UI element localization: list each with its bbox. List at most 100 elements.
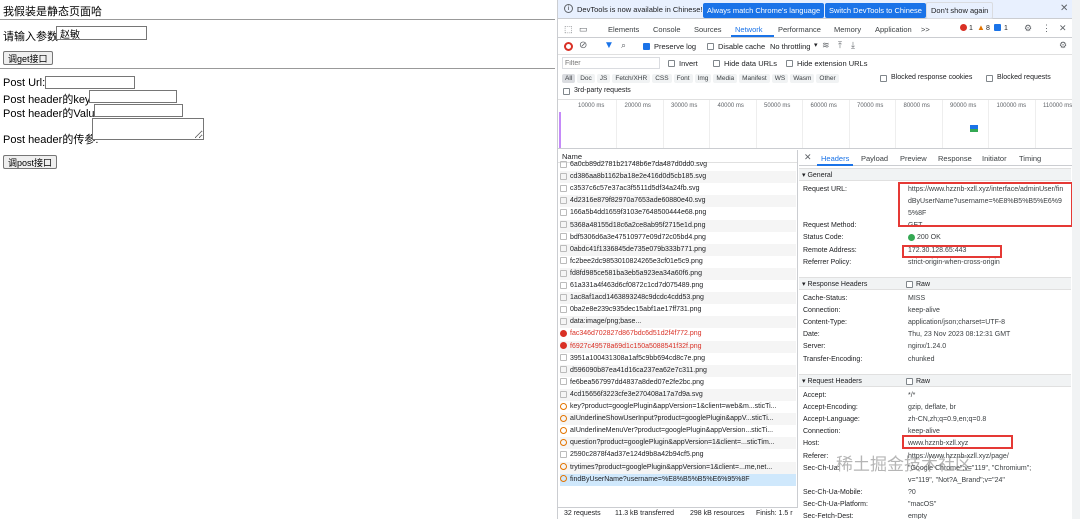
type-filter-css[interactable]: CSS bbox=[652, 74, 672, 83]
response-header-value[interactable]: application/json;charset=UTF-8 bbox=[908, 317, 1005, 328]
get-button[interactable]: 调get接口 bbox=[3, 51, 53, 65]
clear-icon[interactable]: ⊘ bbox=[579, 40, 587, 51]
tab-network[interactable]: Network bbox=[735, 25, 763, 34]
tab-preview[interactable]: Preview bbox=[900, 154, 927, 163]
tab-sources[interactable]: Sources bbox=[694, 25, 722, 34]
upload-icon[interactable]: ⤒ bbox=[838, 40, 842, 51]
dismiss-banner-button[interactable]: Don't show again bbox=[926, 2, 994, 19]
request-row[interactable]: 4cd15656f3223cfe3e270408a17a7d9a.svg bbox=[560, 388, 796, 401]
filter-input[interactable] bbox=[562, 57, 660, 69]
request-row[interactable]: 4d2316e879f82970a7653ade60880e40.svg bbox=[560, 195, 796, 208]
request-row[interactable]: findByUserName?username=%E8%B5%B5%E6%95%… bbox=[560, 473, 796, 486]
tab-application[interactable]: Application bbox=[875, 25, 912, 34]
download-icon[interactable]: ⤓ bbox=[851, 40, 855, 51]
tab-elements[interactable]: Elements bbox=[608, 25, 639, 34]
request-row[interactable]: bdf5306d6a3e47510977e09d72c05bd4.png bbox=[560, 232, 796, 244]
request-row[interactable]: cd386aa8b1162ba18e2e416d0d5cb185.svg bbox=[560, 171, 796, 184]
request-row[interactable]: fe6bea567997dd4837a8ded07e2fe2bc.png bbox=[560, 377, 796, 389]
post-url-input[interactable] bbox=[45, 76, 135, 89]
request-row[interactable]: trytimes?product=googlePlugin&appVersion… bbox=[560, 461, 796, 474]
request-row[interactable]: 5368a48155d18c6a2ce8ab95f2715e1d.png bbox=[560, 219, 796, 232]
request-header-value[interactable]: */* bbox=[908, 390, 915, 401]
type-filter-wasm[interactable]: Wasm bbox=[790, 74, 815, 83]
type-filter-doc[interactable]: Doc bbox=[577, 74, 595, 83]
tab-memory[interactable]: Memory bbox=[834, 25, 861, 34]
hide-data-urls-checkbox[interactable] bbox=[713, 60, 720, 67]
request-row[interactable]: d596090b87ea41d16ca237ea62e7c311.png bbox=[560, 364, 796, 377]
info-count[interactable]: 1 bbox=[1004, 25, 1008, 32]
type-filter-all[interactable]: All bbox=[562, 74, 576, 83]
request-header-value[interactable]: v="119", "Not?A_Brand";v="24" bbox=[908, 475, 1005, 486]
scrollbar-strip[interactable] bbox=[1072, 0, 1080, 519]
timeline-overview[interactable]: 10000 ms 20000 ms 30000 ms 40000 ms 50000 ms… bbox=[558, 99, 1073, 149]
request-row[interactable]: f6927c49578a69d1c150a5088541f32f.png bbox=[560, 340, 796, 353]
request-row[interactable]: 1ac8af1acd1463893248c9dcdc4cdd53.png bbox=[560, 292, 796, 305]
third-party-checkbox[interactable] bbox=[563, 88, 570, 95]
type-filter-media[interactable]: Media bbox=[713, 74, 738, 83]
tab-response[interactable]: Response bbox=[938, 154, 972, 163]
request-row[interactable]: 61a331a4f463d6cf0872c1cd7d075489.png bbox=[560, 280, 796, 292]
request-row[interactable]: 3951a100431308a1af5c9bb694cd8c7e.png bbox=[560, 353, 796, 365]
disable-cache-checkbox[interactable] bbox=[707, 43, 714, 50]
request-row[interactable]: fac346d702827d867bdc6d51d2f4f772.png bbox=[560, 328, 796, 340]
request-header-value[interactable]: ?0 bbox=[908, 487, 916, 498]
response-header-value[interactable]: keep-alive bbox=[908, 305, 940, 316]
tab-headers[interactable]: Headers bbox=[821, 154, 849, 163]
response-header-value[interactable]: chunked bbox=[908, 354, 934, 365]
request-header-value[interactable]: zh-CN,zh;q=0.9,en;q=0.8 bbox=[908, 414, 986, 425]
type-filter-ws[interactable]: WS bbox=[771, 74, 789, 83]
match-language-button[interactable]: Always match Chrome's language bbox=[703, 3, 825, 18]
request-row[interactable]: 6a0cb89d2781b21748b6e7da487d0dd0.svg bbox=[560, 159, 796, 171]
response-header-value[interactable]: MISS bbox=[908, 293, 925, 304]
response-header-value[interactable]: nginx/1.24.0 bbox=[908, 341, 946, 352]
network-settings-icon[interactable]: ⚙ bbox=[1059, 40, 1067, 51]
request-row[interactable]: fc2bee2dc9853010824265e3cf01e5c9.png bbox=[560, 256, 796, 268]
more-tabs-button[interactable]: >> bbox=[921, 25, 930, 34]
wifi-icon[interactable]: ≋ bbox=[822, 40, 830, 51]
close-detail-icon[interactable]: ✕ bbox=[804, 152, 812, 163]
request-row[interactable]: key?product=googlePlugin&appVersion=1&cl… bbox=[560, 401, 796, 413]
request-row[interactable]: 166a5b4dd1659f3103e7648500444e68.png bbox=[560, 207, 796, 219]
tab-timing[interactable]: Timing bbox=[1019, 154, 1041, 163]
type-filter-js[interactable]: JS bbox=[596, 74, 611, 83]
error-count[interactable]: 1 bbox=[969, 25, 973, 32]
type-filter-font[interactable]: Font bbox=[673, 74, 693, 83]
record-icon[interactable] bbox=[564, 42, 573, 51]
type-filter-img[interactable]: Img bbox=[694, 74, 712, 83]
invert-checkbox[interactable] bbox=[668, 60, 675, 67]
request-row[interactable]: 2590c2878f4ad37e124d9b8a42b94cf5.png bbox=[560, 449, 796, 461]
general-section-header[interactable]: ▾ General bbox=[799, 168, 1071, 181]
general-value[interactable]: 200 OK bbox=[917, 232, 941, 243]
close-devtools-icon[interactable]: ✕ bbox=[1059, 23, 1067, 34]
raw-checkbox[interactable] bbox=[906, 378, 913, 385]
inspect-icon[interactable]: ⬚ bbox=[564, 24, 573, 35]
preserve-log-checkbox[interactable] bbox=[643, 43, 650, 50]
close-icon[interactable]: ✕ bbox=[1060, 3, 1068, 14]
device-toggle-icon[interactable]: ▭ bbox=[579, 24, 588, 35]
tab-initiator[interactable]: Initiator bbox=[982, 154, 1007, 163]
chevron-down-icon[interactable]: ▾ bbox=[814, 41, 818, 49]
switch-chinese-button[interactable]: Switch DevTools to Chinese bbox=[825, 3, 926, 18]
request-row[interactable]: 0abdc41f1336845de735e079b333b771.png bbox=[560, 243, 796, 256]
request-row[interactable]: aIUnderlineShowUserInput?product=googleP… bbox=[560, 413, 796, 426]
request-row[interactable]: aIUnderlineMenuVer?product=googlePlugin&… bbox=[560, 425, 796, 437]
response-headers-section-header[interactable]: ▾ Response Headers Raw bbox=[799, 277, 1071, 290]
post-value-input[interactable] bbox=[94, 104, 183, 117]
post-key-input[interactable] bbox=[89, 90, 177, 103]
tab-payload[interactable]: Payload bbox=[861, 154, 888, 163]
type-filter-fetchxhr[interactable]: Fetch/XHR bbox=[612, 74, 651, 83]
hide-ext-urls-checkbox[interactable] bbox=[786, 60, 793, 67]
filter-icon[interactable]: ▼ bbox=[604, 40, 614, 51]
param-input[interactable] bbox=[56, 26, 147, 40]
general-value[interactable]: strict-origin-when-cross-origin bbox=[908, 257, 1000, 268]
tab-console[interactable]: Console bbox=[653, 25, 681, 34]
type-filter-other[interactable]: Other bbox=[816, 74, 839, 83]
type-filter-manifest[interactable]: Manifest bbox=[739, 74, 770, 83]
settings-icon[interactable]: ⚙ bbox=[1024, 23, 1032, 34]
request-row[interactable]: 0ba2e8e239c935dec15abf1ae17ff731.png bbox=[560, 304, 796, 316]
request-row[interactable]: c3537c6c57e37ac3f5511d5df34a24fb.svg bbox=[560, 183, 796, 195]
post-button[interactable]: 调post接口 bbox=[3, 155, 58, 169]
blocked-requests-checkbox[interactable] bbox=[986, 75, 993, 82]
more-options-icon[interactable]: ⋮ bbox=[1042, 23, 1051, 34]
request-headers-section-header[interactable]: ▾ Request Headers Raw bbox=[799, 374, 1071, 387]
